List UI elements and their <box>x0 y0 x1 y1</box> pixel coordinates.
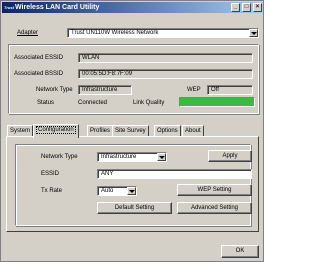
chevron-down-icon[interactable] <box>249 29 258 37</box>
tab-about-label: About <box>185 128 201 134</box>
essid-input[interactable]: ANY <box>97 169 252 179</box>
tab-profiles-label: Profiles <box>90 128 111 134</box>
tab-configuration-label: Configuration <box>36 126 76 134</box>
tab-options-label: Options <box>157 128 178 134</box>
apply-button[interactable]: Apply <box>208 150 252 162</box>
tx-rate-select[interactable]: Auto <box>97 186 137 196</box>
associated-essid-label: Associated ESSID <box>14 55 64 61</box>
minimize-icon: _ <box>233 4 238 10</box>
tab-site-survey-label: Site Survey <box>115 128 146 134</box>
close-icon: × <box>255 4 260 10</box>
link-quality-bar <box>179 97 255 107</box>
associated-bssid-field: 00:05:5D:F8:7F:09 <box>78 69 253 79</box>
trust-logo-icon: Trust <box>4 5 14 10</box>
title-bar[interactable]: Trust Wireless LAN Card Utility _ □ × <box>2 2 263 13</box>
wep-setting-button[interactable]: WEP Setting <box>177 184 252 196</box>
maximize-button[interactable]: □ <box>242 3 251 12</box>
chevron-down-icon[interactable] <box>157 153 166 161</box>
chevron-down-icon[interactable] <box>127 187 136 195</box>
essid-label: ESSID <box>41 171 60 177</box>
associated-bssid-label: Associated BSSID <box>14 71 64 77</box>
adapter-select[interactable]: Trust UN110W Wireless Network <box>67 28 259 38</box>
adapter-label: Adapter <box>17 30 39 36</box>
wep-status-field: Off <box>207 85 253 95</box>
tx-rate-value: Auto <box>101 188 114 194</box>
tab-configuration[interactable]: Configuration <box>33 124 79 138</box>
link-quality-label: Link Quality <box>133 100 165 106</box>
default-setting-button[interactable]: Default Setting <box>97 202 172 214</box>
advanced-setting-button[interactable]: Advanced Setting <box>177 202 252 214</box>
network-type-value: Infrastructure <box>101 154 137 160</box>
status-value: Connected <box>78 100 108 106</box>
network-type-select[interactable]: Infrastructure <box>97 152 167 162</box>
network-type-status-label: Network Type <box>36 87 73 93</box>
tab-system-label: System <box>10 128 31 134</box>
minimize-button[interactable]: _ <box>231 3 240 12</box>
network-type-label: Network Type <box>41 154 78 160</box>
associated-essid-field: WLAN <box>78 53 253 63</box>
window-title: Wireless LAN Card Utility <box>15 4 100 11</box>
utility-window: Trust Wireless LAN Card Utility _ □ × Ad… <box>0 0 264 262</box>
ok-button[interactable]: OK <box>221 245 259 258</box>
network-type-status-field: Infrastructure <box>78 85 132 95</box>
maximize-icon: □ <box>244 4 249 10</box>
status-label: Status <box>37 100 55 106</box>
adapter-value: Trust UN110W Wireless Network <box>71 30 159 36</box>
close-button[interactable]: × <box>253 3 262 12</box>
tx-rate-label: Tx Rate <box>41 188 63 194</box>
wep-status-label: WEP <box>187 87 201 93</box>
